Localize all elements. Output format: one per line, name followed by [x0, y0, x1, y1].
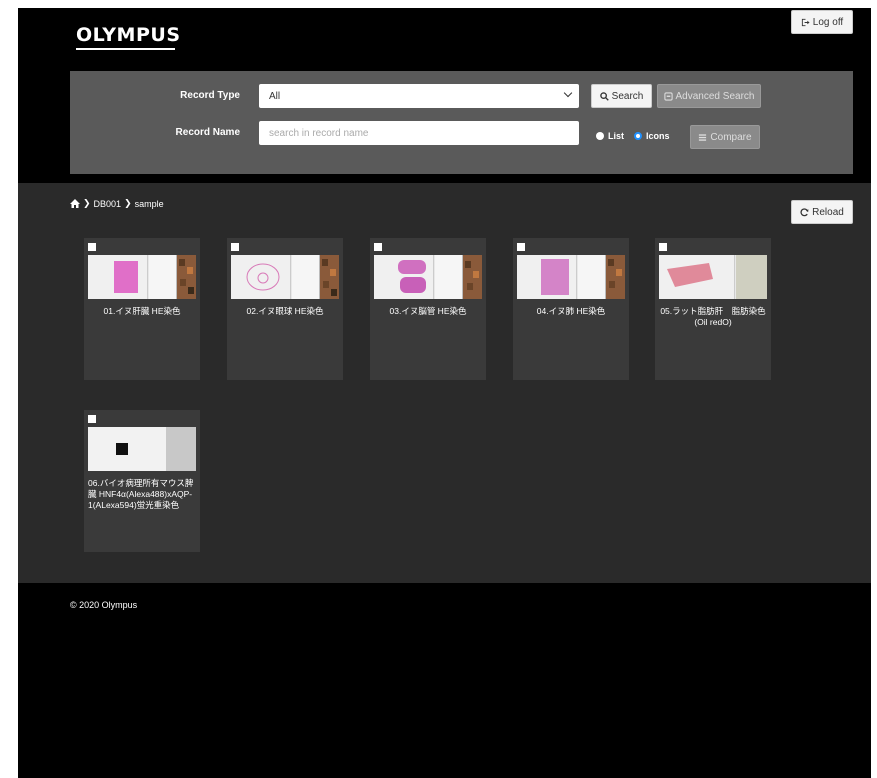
record-card[interactable]: 02.イヌ眼球 HE染色 — [227, 238, 343, 380]
record-card[interactable]: 04.イヌ肺 HE染色 — [513, 238, 629, 380]
logoff-label: Log off — [812, 16, 844, 28]
record-caption: 05.ラット脂肪肝 脂肪染色 (Oil redO) — [660, 306, 766, 327]
content-area: 01.イヌ肝臓 HE染色 02.イヌ眼球 HE染色 03.イヌ脳管 HE染色 0… — [18, 183, 871, 583]
compare-label: Compare — [710, 131, 752, 143]
record-caption: 03.イヌ脳管 HE染色 — [389, 306, 467, 316]
advanced-search-label: Advanced Search — [675, 90, 755, 102]
record-caption: 04.イヌ肺 HE染色 — [536, 306, 606, 316]
chevron-right-icon: ❯ — [83, 198, 91, 208]
footer: © 2020 Olympus — [18, 583, 871, 778]
app-window: OLYMPUS Log off Record Type All Search A… — [18, 8, 871, 778]
record-caption: 06.バイオ病理所有マウス脾臓 HNF4α(Alexa488)xAQP-1(AL… — [88, 478, 194, 510]
record-checkbox[interactable] — [88, 415, 96, 423]
record-card[interactable]: 03.イヌ脳管 HE染色 — [370, 238, 486, 380]
breadcrumb-item[interactable]: DB001 — [94, 199, 122, 209]
record-caption: 01.イヌ肝臓 HE染色 — [103, 306, 181, 316]
breadcrumb-item: sample — [134, 198, 164, 209]
record-type-label: Record Type — [180, 90, 240, 101]
logo-underline — [76, 48, 175, 50]
slide-thumbnail — [88, 427, 196, 471]
slide-thumbnail — [374, 255, 482, 299]
record-card[interactable]: 01.イヌ肝臓 HE染色 — [84, 238, 200, 380]
slide-thumbnail — [231, 255, 339, 299]
reload-button[interactable]: Reload — [791, 200, 853, 224]
record-card[interactable]: 06.バイオ病理所有マウス脾臓 HNF4α(Alexa488)xAQP-1(AL… — [84, 410, 200, 552]
slide-thumbnail — [88, 255, 196, 299]
record-card[interactable]: 05.ラット脂肪肝 脂肪染色 (Oil redO) — [655, 238, 771, 380]
reload-label: Reload — [812, 206, 844, 218]
chevron-down-icon — [563, 88, 573, 98]
record-checkbox[interactable] — [88, 243, 96, 251]
reload-icon — [800, 207, 809, 216]
advanced-search-button[interactable]: Advanced Search — [657, 84, 761, 108]
slide-thumbnail — [659, 255, 767, 299]
search-panel: Record Type All Search Advanced Search R… — [70, 71, 853, 174]
search-label: Search — [611, 90, 644, 102]
logoff-icon — [801, 18, 810, 26]
home-icon[interactable] — [70, 199, 80, 208]
list-radio[interactable] — [596, 132, 604, 140]
record-name-input[interactable] — [259, 121, 579, 145]
logo: OLYMPUS — [76, 24, 181, 46]
list-label: List — [608, 131, 625, 141]
compare-button[interactable]: Compare — [690, 125, 760, 149]
record-type-select[interactable]: All — [259, 84, 579, 108]
search-icon — [599, 91, 609, 101]
advanced-search-icon — [663, 91, 673, 101]
icons-radio[interactable] — [634, 132, 643, 140]
record-checkbox[interactable] — [231, 243, 239, 251]
icons-label: Icons — [646, 131, 670, 141]
chevron-right-icon: ❯ — [124, 198, 132, 208]
record-checkbox[interactable] — [659, 243, 667, 251]
slide-thumbnail — [517, 255, 625, 299]
search-button[interactable]: Search — [591, 84, 652, 108]
record-checkbox[interactable] — [374, 243, 382, 251]
breadcrumb: ❯ DB001 ❯ sample — [70, 198, 164, 209]
compare-icon — [699, 133, 707, 141]
record-name-label: Record Name — [175, 127, 240, 138]
view-mode-radios: List Icons — [596, 131, 670, 141]
record-type-value: All — [269, 90, 281, 102]
logoff-button[interactable]: Log off — [791, 10, 853, 34]
header: OLYMPUS Log off — [18, 8, 871, 70]
record-checkbox[interactable] — [517, 243, 525, 251]
record-caption: 02.イヌ眼球 HE染色 — [246, 306, 324, 316]
copyright: © 2020 Olympus — [70, 600, 138, 610]
